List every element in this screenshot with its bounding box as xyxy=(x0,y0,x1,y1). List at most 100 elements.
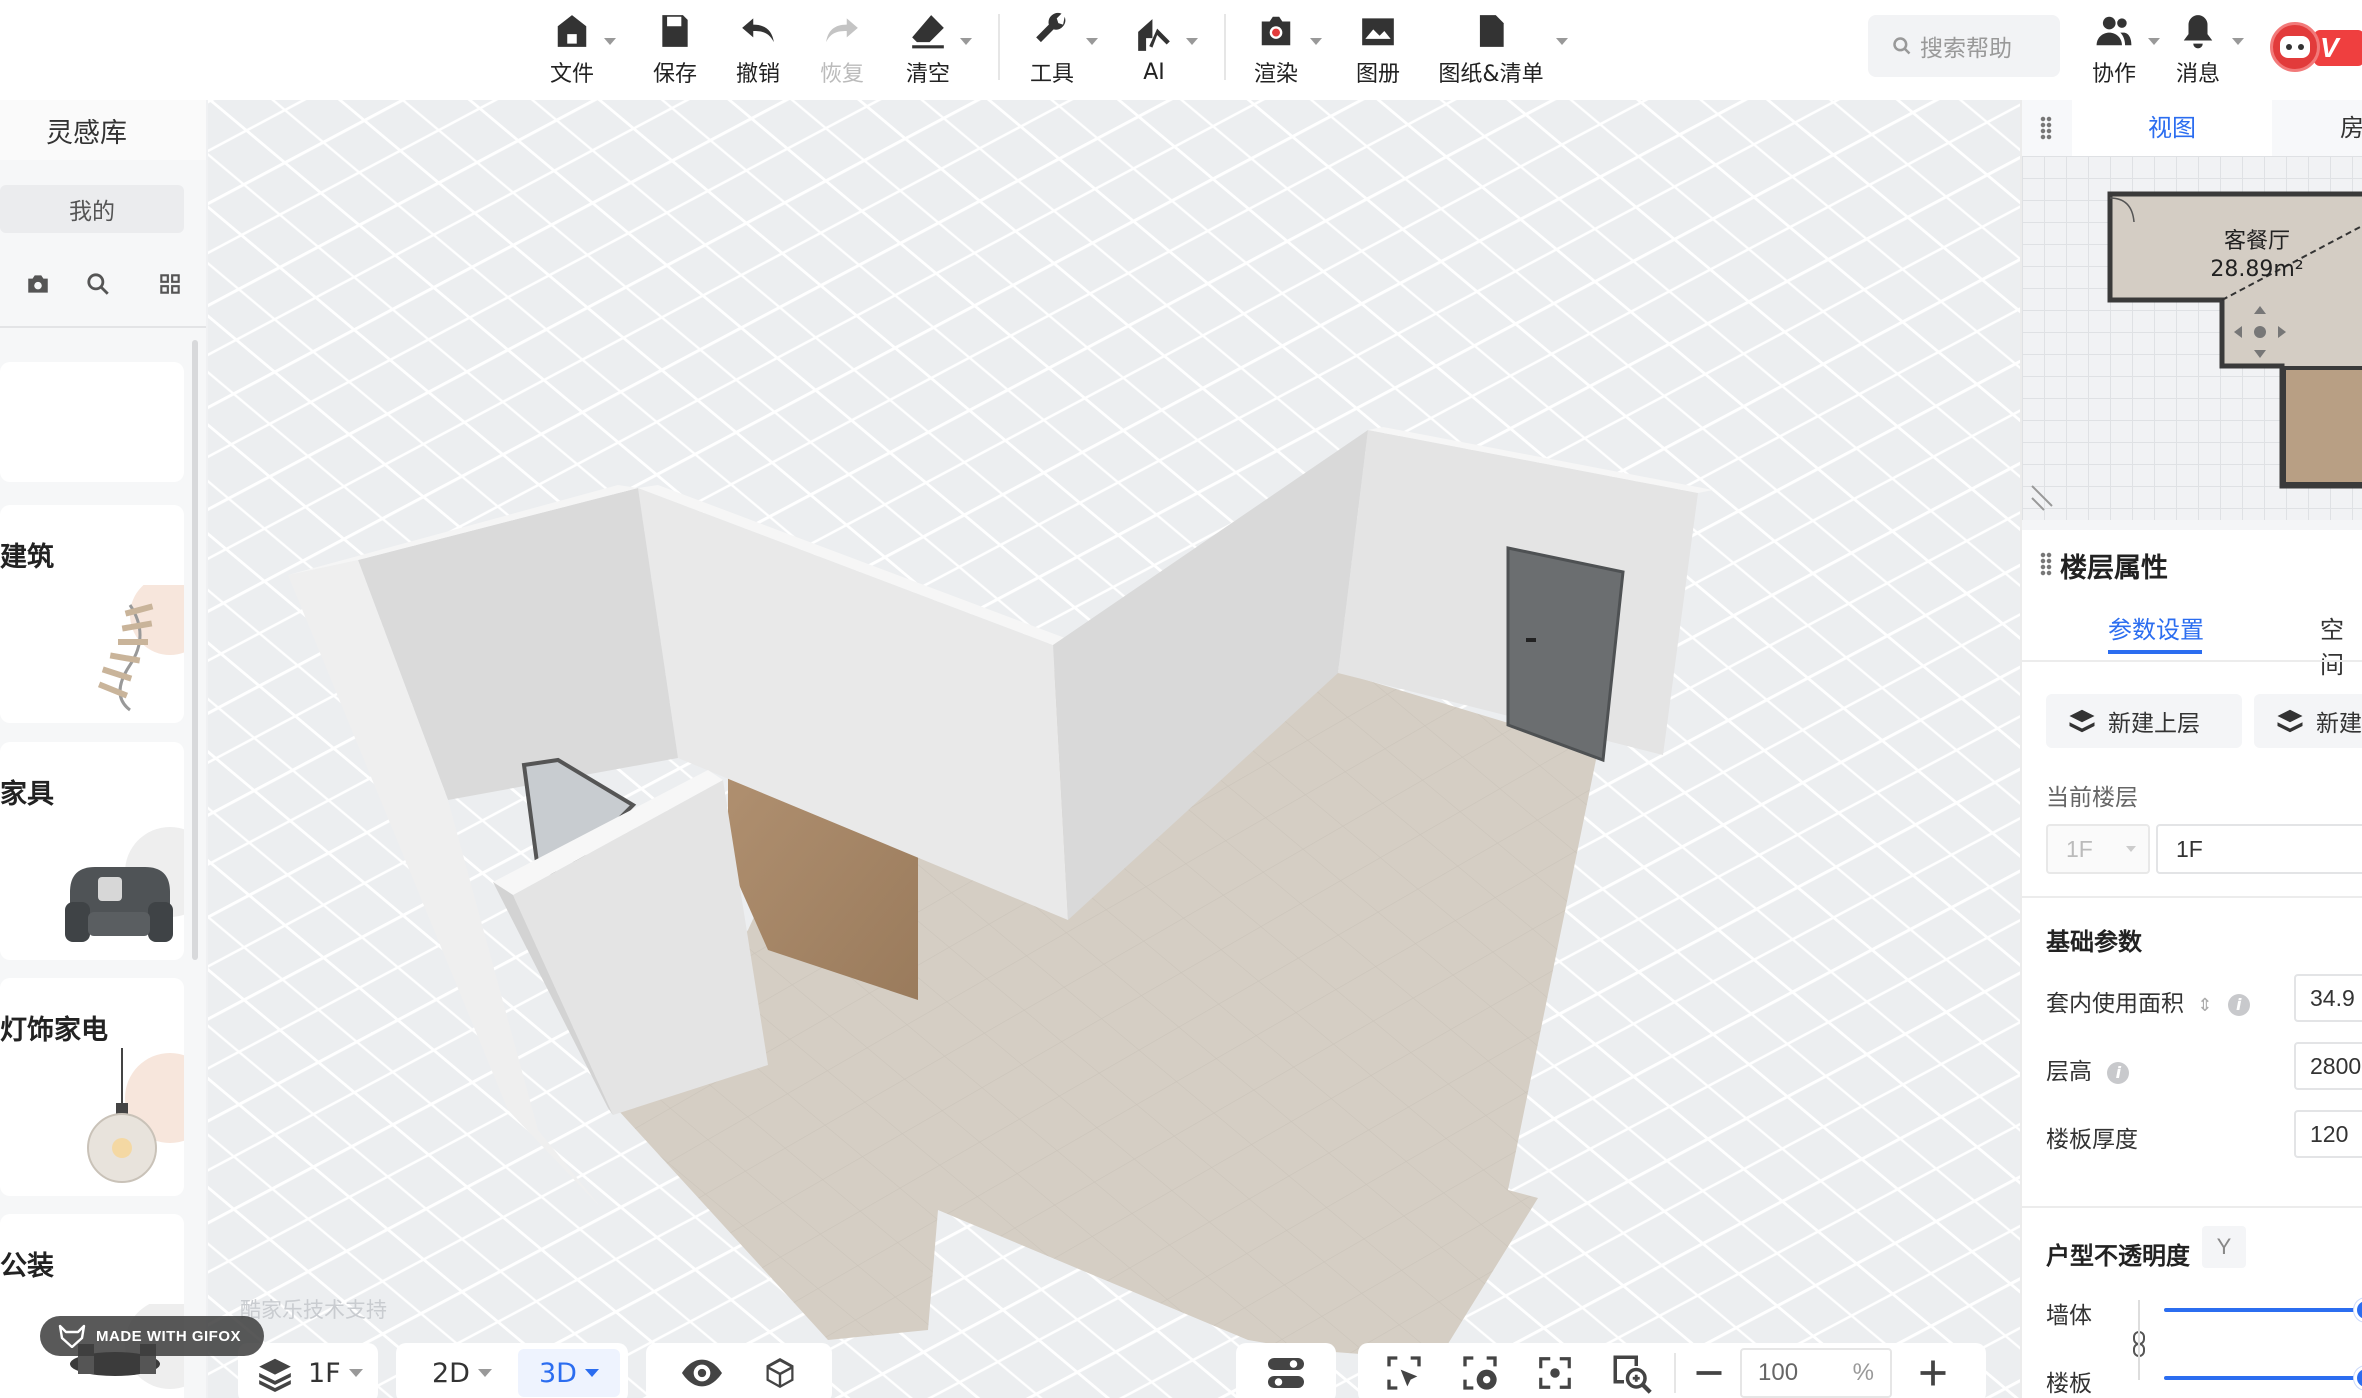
subtab-underline xyxy=(2108,650,2202,654)
file-label: 文件 xyxy=(549,62,594,87)
render-caret-icon[interactable] xyxy=(1310,38,1322,45)
eye-icon[interactable] xyxy=(682,1358,722,1388)
album-button[interactable]: 图册 xyxy=(1346,8,1410,92)
tab-view[interactable]: 视图 xyxy=(2072,100,2272,156)
grid-view-icon[interactable] xyxy=(154,268,186,300)
view-3d-label: 3D xyxy=(538,1357,577,1389)
zoom-value: 100 xyxy=(1758,1359,1799,1386)
panel-scrollbar[interactable] xyxy=(192,340,198,960)
floor-switcher[interactable]: 1F xyxy=(238,1343,378,1398)
armchair-icon xyxy=(65,827,184,942)
search-help-input[interactable]: 搜索帮助 xyxy=(1868,15,2060,77)
info-icon[interactable]: i xyxy=(2227,993,2250,1016)
ai-button[interactable]: AI xyxy=(1122,8,1186,92)
ai-house-icon xyxy=(1138,18,1170,51)
clear-caret-icon[interactable] xyxy=(960,38,972,45)
opacity-badge[interactable]: Y xyxy=(2202,1226,2246,1268)
zoom-unit: % xyxy=(1852,1359,1874,1386)
floor-height-input[interactable]: 2800 xyxy=(2294,1042,2362,1090)
inner-area-input[interactable]: 34.9 xyxy=(2294,974,2362,1022)
zoom-fit-icon[interactable] xyxy=(1610,1352,1652,1394)
current-floor-select-value: 1F xyxy=(2066,836,2093,862)
drag-handle-icon[interactable] xyxy=(2040,116,2052,140)
divider xyxy=(2022,660,2362,662)
select-settings-icon[interactable] xyxy=(1460,1353,1500,1393)
chevron-down-icon xyxy=(348,1369,363,1377)
info-icon[interactable]: i xyxy=(2107,1061,2130,1084)
file-caret-icon[interactable] xyxy=(604,38,616,45)
subtab-params[interactable]: 参数设置 xyxy=(2108,610,2204,645)
settings-toggle[interactable] xyxy=(1236,1343,1336,1398)
drawings-caret-icon[interactable] xyxy=(1556,38,1568,45)
category-card-commercial[interactable]: 公装 xyxy=(0,1214,184,1398)
slider-knob[interactable] xyxy=(2354,1366,2362,1390)
zoom-in-icon[interactable] xyxy=(1918,1358,1948,1388)
new-upper-floor-label: 新建上层 xyxy=(2108,711,2200,737)
drawings-button[interactable]: 图纸&清单 xyxy=(1436,8,1546,92)
undo-icon xyxy=(742,18,774,43)
category-card-architecture[interactable]: 建筑 xyxy=(0,505,184,723)
select-area-icon[interactable] xyxy=(1384,1353,1424,1393)
tools-button[interactable]: 工具 xyxy=(1020,8,1084,92)
new-upper-floor-button[interactable]: 新建上层 xyxy=(2046,694,2242,748)
house-icon xyxy=(557,15,587,47)
search-icon xyxy=(1893,37,1911,55)
file-button[interactable]: 文件 xyxy=(540,8,604,92)
tools-caret-icon[interactable] xyxy=(1086,38,1098,45)
current-floor-select[interactable]: 1F xyxy=(2046,824,2150,874)
wall-opacity-slider[interactable] xyxy=(2164,1298,2362,1322)
ai-caret-icon[interactable] xyxy=(1186,38,1198,45)
chevron-down-icon xyxy=(584,1369,599,1377)
zoom-input[interactable]: 100 % xyxy=(1740,1348,1892,1398)
view-2d-button[interactable]: 2D xyxy=(432,1358,492,1389)
category-card-furniture[interactable]: 家具 xyxy=(0,742,184,960)
robot-avatar-icon xyxy=(2270,22,2320,72)
slab-opacity-slider[interactable] xyxy=(2164,1366,2362,1390)
category-card-lighting[interactable]: 灯饰家电 xyxy=(0,978,184,1196)
sort-arrows-icon[interactable]: ⇕ xyxy=(2197,995,2212,1016)
camera-icon[interactable] xyxy=(22,268,54,300)
camera-icon xyxy=(1261,16,1291,46)
eraser-icon xyxy=(912,15,944,49)
cube-icon[interactable] xyxy=(762,1355,798,1391)
category-card-empty[interactable] xyxy=(0,362,184,482)
messages-button[interactable]: 消息 xyxy=(2166,8,2230,92)
view-3d-button[interactable]: 3D xyxy=(517,1349,620,1397)
chevron-down-icon xyxy=(477,1369,492,1377)
save-button[interactable]: 保存 xyxy=(643,8,707,92)
slider-knob[interactable] xyxy=(2354,1298,2362,1322)
3d-scene[interactable] xyxy=(208,100,2020,1398)
mine-tab[interactable]: 我的 xyxy=(0,185,184,233)
collab-button[interactable]: 协作 xyxy=(2082,8,2146,92)
user-avatar[interactable]: V xyxy=(2270,22,2362,72)
bell-icon xyxy=(2183,15,2213,49)
divider xyxy=(2022,1206,2362,1208)
render-button[interactable]: 渲染 xyxy=(1244,8,1308,92)
category-label: 灯饰家电 xyxy=(0,1015,108,1046)
3d-viewport[interactable] xyxy=(208,100,2020,1398)
collab-caret-icon[interactable] xyxy=(2148,38,2160,45)
messages-caret-icon[interactable] xyxy=(2232,38,2244,45)
slab-thickness-input[interactable]: 120 xyxy=(2294,1110,2362,1158)
drawings-label: 图纸&清单 xyxy=(1438,62,1544,87)
watermark-text: MADE WITH GIFOX xyxy=(96,1327,241,1345)
zoom-out-icon[interactable] xyxy=(1694,1358,1724,1388)
clear-button[interactable]: 清空 xyxy=(893,8,963,92)
new-floor-button[interactable]: 新建 xyxy=(2254,694,2362,748)
subtab-space[interactable]: 空间 xyxy=(2320,610,2362,680)
panel-tabs: 视图 房 xyxy=(2022,100,2362,156)
new-floor-label: 新建 xyxy=(2316,711,2362,737)
undo-button[interactable]: 撤销 xyxy=(726,8,790,92)
collab-label: 协作 xyxy=(2091,62,2136,87)
floor-name-input[interactable]: 1F xyxy=(2156,824,2362,874)
floorplan-minimap[interactable]: 客餐厅 28.89m² xyxy=(2022,156,2362,520)
drag-handle-icon[interactable] xyxy=(2040,552,2052,576)
panel-gap xyxy=(2022,520,2362,530)
render-label: 渲染 xyxy=(1253,62,1298,87)
minimap-plan xyxy=(2031,191,2362,511)
floor-label: 1F xyxy=(308,1357,341,1389)
tab-room[interactable]: 房 xyxy=(2340,100,2362,156)
search-icon[interactable] xyxy=(82,268,114,300)
focus-icon[interactable] xyxy=(1536,1354,1574,1392)
redo-button[interactable]: 恢复 xyxy=(810,8,874,92)
